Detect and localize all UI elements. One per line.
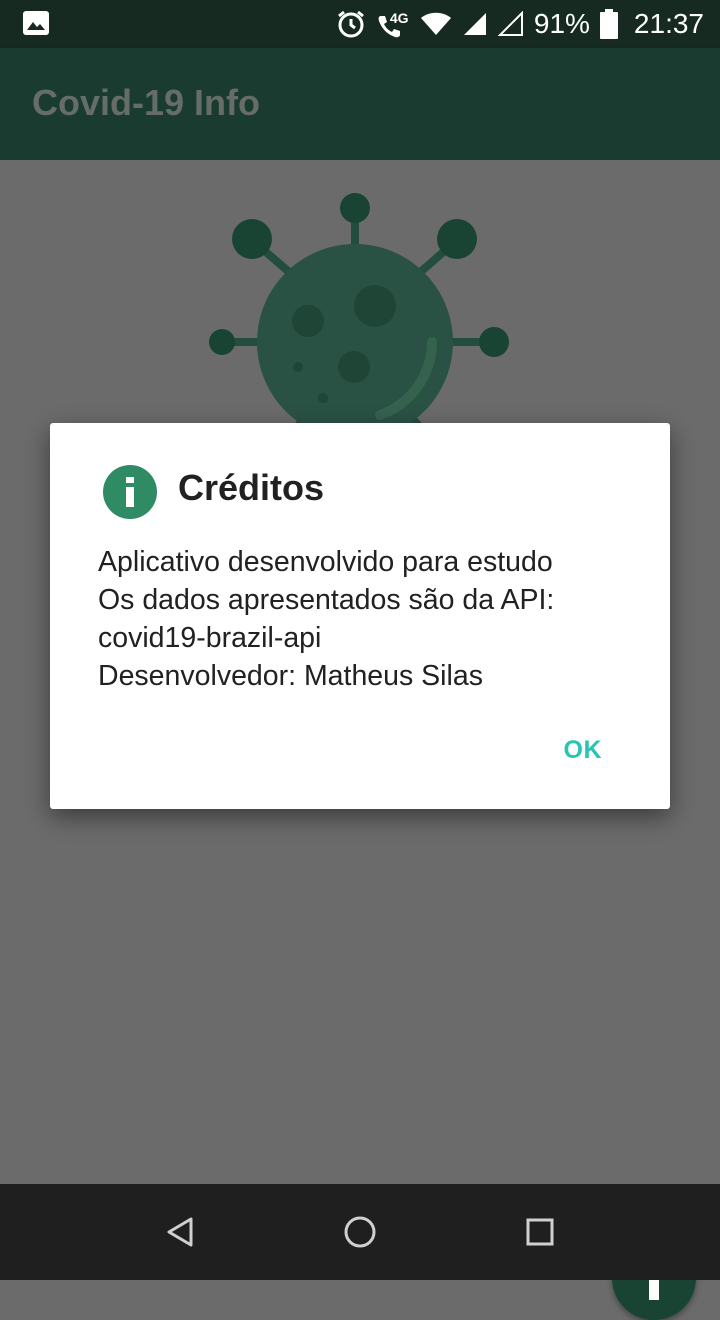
dialog-info-icon: [103, 465, 157, 519]
info-icon: [126, 477, 134, 507]
signal-empty-icon: [497, 11, 523, 36]
dialog-message-line: Desenvolvedor: Matheus Silas: [98, 660, 483, 692]
dialog-message: Aplicativo desenvolvido para estudo Os d…: [98, 543, 638, 695]
image-icon: [23, 11, 49, 35]
home-icon: [344, 1216, 376, 1248]
wifi-icon: [420, 12, 451, 35]
status-bar: 4G 91% 21:37: [0, 0, 720, 48]
ok-button[interactable]: OK: [564, 736, 603, 765]
alarm-icon: [337, 10, 364, 38]
dialog-message-line: Aplicativo desenvolvido para estudo: [98, 546, 553, 578]
recents-icon: [526, 1218, 554, 1246]
dialog-message-line: covid19-brazil-api: [98, 622, 322, 654]
back-button[interactable]: [156, 1208, 204, 1256]
credits-dialog: Créditos Aplicativo desenvolvido para es…: [50, 423, 670, 809]
app-bar: Covid-19 Info: [0, 48, 720, 160]
dialog-message-line: Os dados apresentados são da API:: [98, 584, 555, 616]
back-icon: [167, 1217, 193, 1247]
clock: 21:37: [633, 8, 704, 39]
virus-illustration-icon: [209, 193, 509, 453]
dialog-title: Créditos: [178, 467, 325, 508]
volte-call-icon: 4G: [376, 8, 410, 40]
home-button[interactable]: [336, 1208, 384, 1256]
status-icons: 4G 91% 21:37: [336, 0, 704, 48]
battery-icon: [599, 9, 618, 39]
app-title: Covid-19 Info: [32, 82, 261, 123]
network-type-label: 4G: [389, 10, 409, 26]
recents-button[interactable]: [516, 1208, 564, 1256]
battery-percent: 91%: [533, 8, 590, 39]
signal-icon: [463, 13, 486, 35]
navigation-bar: [0, 1184, 720, 1280]
